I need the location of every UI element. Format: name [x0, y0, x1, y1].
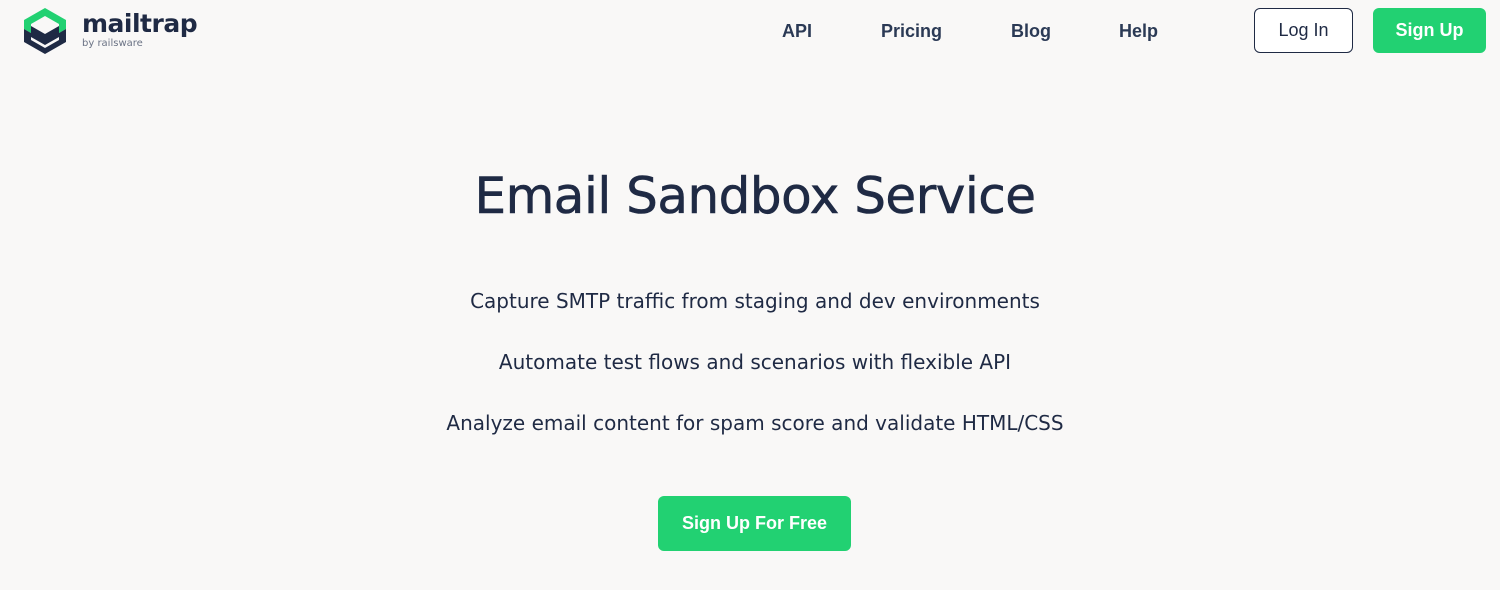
signup-button[interactable]: Sign Up — [1373, 8, 1486, 53]
brand-name: mailtrap — [82, 9, 198, 38]
feature-item: Analyze email content for spam score and… — [446, 411, 1064, 435]
site-header: mailtrap by railsware API Pricing Blog H… — [0, 0, 1500, 62]
login-button[interactable]: Log In — [1254, 8, 1353, 53]
signup-for-free-button[interactable]: Sign Up For Free — [658, 496, 851, 551]
feature-item: Automate test flows and scenarios with f… — [498, 350, 1012, 374]
mailtrap-logo-icon — [24, 8, 66, 54]
feature-item: Capture SMTP traffic from staging and de… — [470, 289, 1040, 313]
nav-item-pricing[interactable]: Pricing — [881, 19, 942, 43]
nav-item-api[interactable]: API — [782, 19, 812, 43]
nav-item-blog[interactable]: Blog — [1011, 19, 1051, 43]
logo-link[interactable]: mailtrap by railsware — [22, 7, 198, 55]
brand-byline: by railsware — [82, 38, 143, 49]
page-title: Email Sandbox Service — [474, 167, 1036, 226]
nav-item-help[interactable]: Help — [1119, 19, 1158, 43]
